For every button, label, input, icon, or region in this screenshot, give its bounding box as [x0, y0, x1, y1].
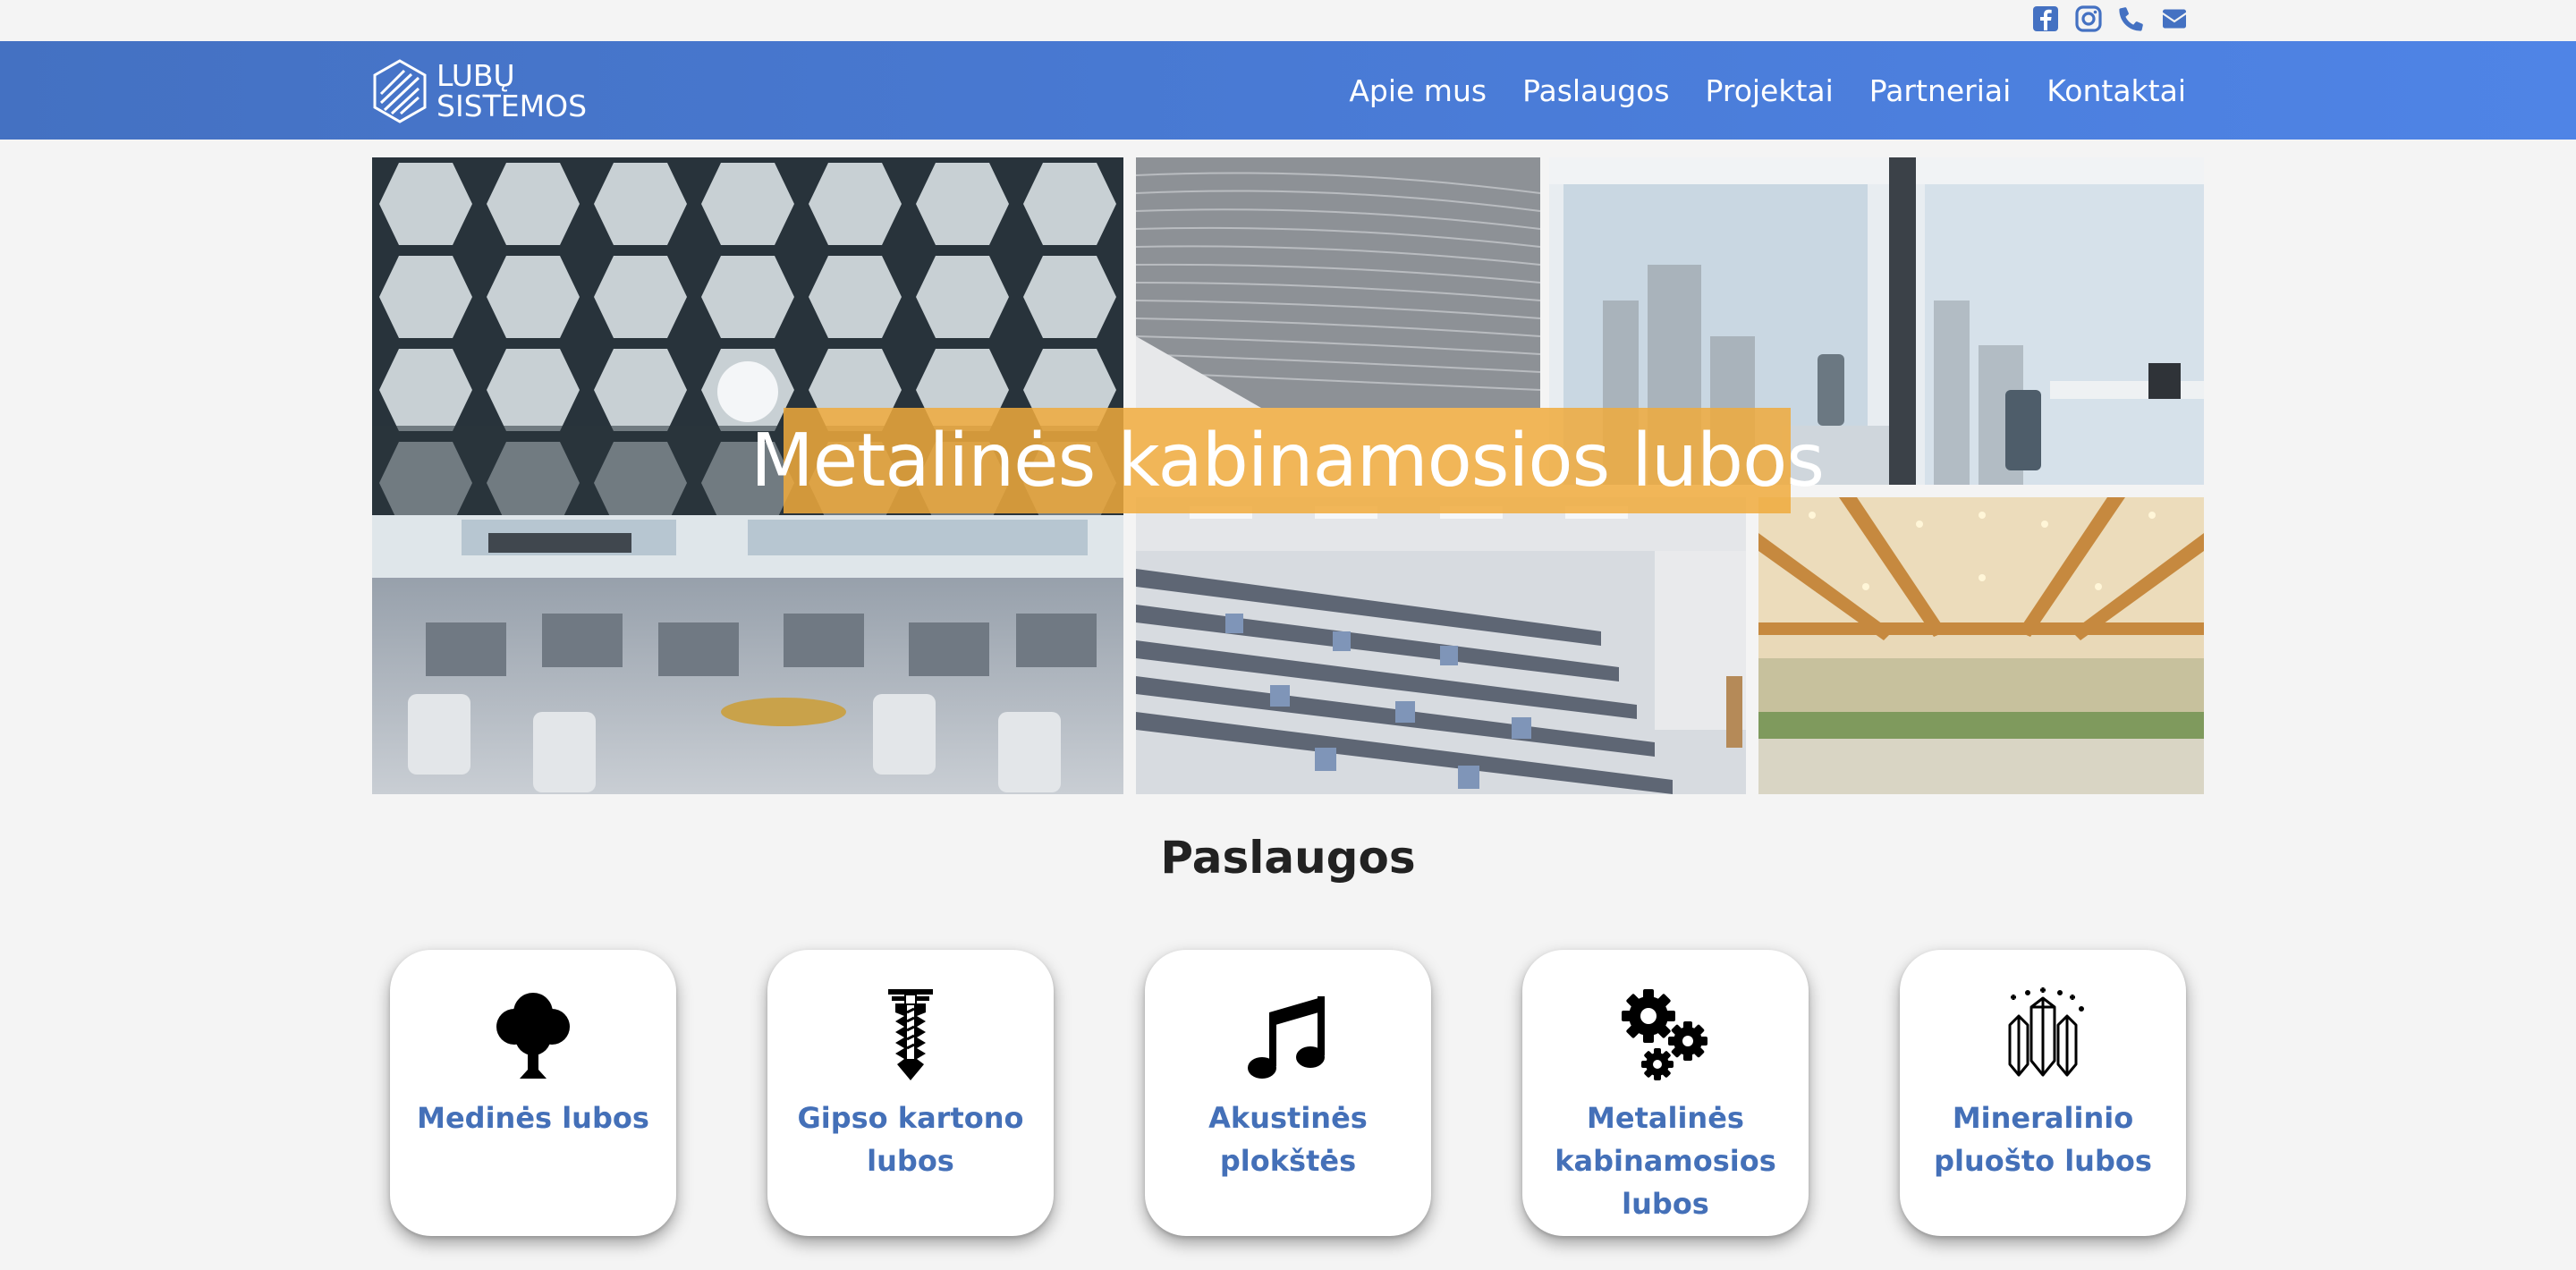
navbar: LUBŲ SISTEMOS Apie mus Paslaugos Projekt… [0, 41, 2576, 140]
service-card-metalines-kabinamosios-lubos[interactable]: Metalinės kabinamosios lubos [1522, 950, 1809, 1236]
email-icon[interactable] [2159, 4, 2190, 34]
service-label: Gipso kartono lubos [797, 1101, 1024, 1178]
gears-icon [1616, 986, 1715, 1084]
hero-banner: Metalinės kabinamosios lubos [750, 408, 1825, 513]
service-card-mineralinio-pluosto-lubos[interactable]: Mineralinio pluošto lubos [1900, 950, 2186, 1236]
screw-anchor-icon [861, 986, 960, 1084]
facebook-icon[interactable] [2030, 4, 2061, 34]
hero-image-wood-beam-ceiling [1758, 497, 2204, 794]
service-label: Mineralinio pluošto lubos [1934, 1101, 2152, 1178]
phone-icon[interactable] [2116, 4, 2147, 34]
music-note-icon [1239, 986, 1337, 1084]
service-card-medines-lubos[interactable]: Medinės lubos [390, 950, 676, 1236]
tree-icon [484, 986, 582, 1084]
service-label: Metalinės kabinamosios lubos [1555, 1101, 1776, 1221]
service-label: Medinės lubos [417, 1101, 649, 1135]
nav-link-kontaktai[interactable]: Kontaktai [2046, 73, 2186, 108]
hero-image-lecture-hall [1136, 497, 1746, 794]
logo-mark-icon [373, 59, 427, 123]
social-bar [0, 0, 2576, 41]
logo-line-2: SISTEMOS [436, 89, 588, 123]
logo-text: LUBŲ SISTEMOS [436, 61, 587, 122]
nav-link-paslaugos[interactable]: Paslaugos [1522, 73, 1669, 108]
crystals-icon [1994, 986, 2092, 1084]
logo[interactable]: LUBŲ SISTEMOS [370, 57, 587, 125]
nav-link-projektai[interactable]: Projektai [1706, 73, 1834, 108]
hero-image-acoustic-baffles [1136, 157, 1540, 408]
logo-line-1: LUBŲ [436, 58, 515, 93]
hero-title: Metalinės kabinamosios lubos [750, 418, 1825, 504]
main-nav: Apie mus Paslaugos Projektai Partneriai … [1349, 41, 2186, 140]
nav-link-partneriai[interactable]: Partneriai [1869, 73, 2012, 108]
services-cards: Medinės lubos Gipso kartono lubos Akusti… [390, 950, 2186, 1236]
section-title-services: Paslaugos [1160, 832, 1416, 884]
service-label: Akustinės plokštės [1208, 1101, 1368, 1178]
service-card-akustines-plokstes[interactable]: Akustinės plokštės [1145, 950, 1431, 1236]
instagram-icon[interactable] [2073, 4, 2104, 34]
hero-collage: Metalinės kabinamosios lubos [372, 157, 2204, 794]
nav-link-apie-mus[interactable]: Apie mus [1349, 73, 1487, 108]
social-icons [2030, 4, 2190, 34]
service-card-gipso-kartono-lubos[interactable]: Gipso kartono lubos [767, 950, 1054, 1236]
